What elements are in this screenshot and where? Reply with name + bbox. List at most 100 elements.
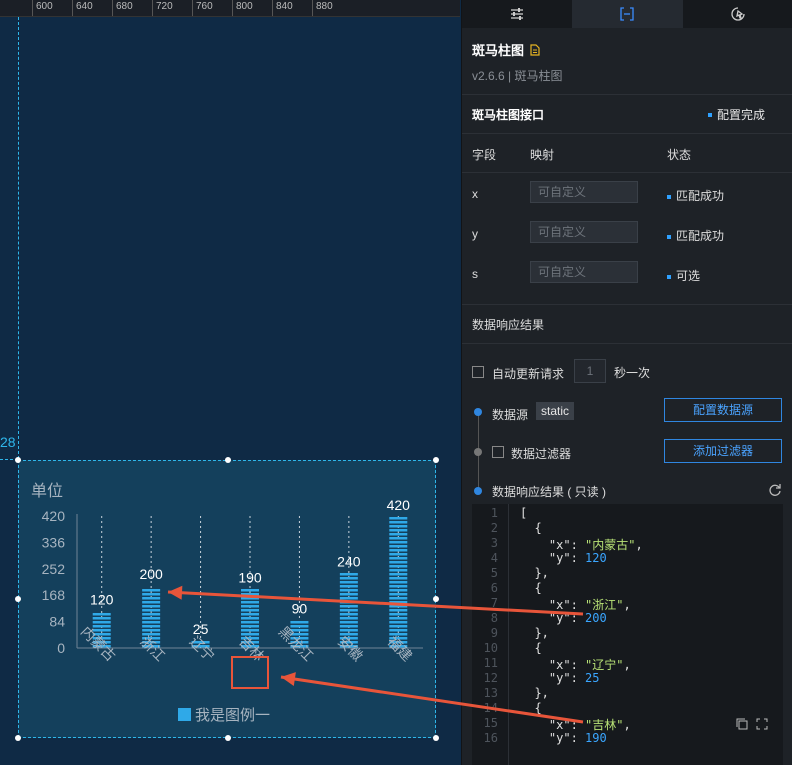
status-dot-icon [667,234,671,239]
interface-icon [620,7,635,21]
ruler-tick: 840 [272,0,293,16]
ruler-tick: 640 [72,0,93,16]
line-number: 15 [483,716,498,730]
y-tick-label: 84 [49,614,65,630]
line-number: 6 [490,581,498,595]
resize-handle-mr[interactable] [433,596,439,602]
ruler-tick: 760 [192,0,213,16]
bar-value-label: 420 [387,497,411,513]
guide-line-vertical [18,17,19,459]
interaction-icon [731,7,745,21]
fullscreen-icon[interactable] [756,718,768,730]
bar-stripe [241,617,259,620]
bar-stripe [389,625,408,628]
field-status: 匹配成功 [676,189,725,203]
auto-update-checkbox[interactable] [472,366,484,378]
resize-handle-tm[interactable] [225,457,231,463]
bar-value-label: 240 [337,554,361,570]
y-tick-label: 168 [42,587,66,603]
resize-handle-tr[interactable] [433,457,439,463]
bar-stripe [241,613,259,616]
config-panel: 斑马柱图 v2.6.6 | 斑马柱图 斑马柱图接口 配置完成 字段 映射 状态 … [461,0,792,765]
x-tick-label: 安徽 [335,633,366,664]
status-dot-icon [667,194,671,199]
resize-handle-bm[interactable] [225,735,231,741]
document-icon[interactable] [530,43,540,56]
bar-stripe [389,581,408,584]
tab-data-interface[interactable] [572,0,683,28]
bar-stripe [290,621,309,624]
code-line: "y": 120 [548,551,607,565]
configure-datasource-button[interactable]: 配置数据源 [664,398,782,422]
mapping-input-s[interactable]: 可自定义 [530,261,638,283]
line-number: 10 [483,641,498,655]
bar-stripe [389,585,408,588]
bar-stripe [339,629,358,632]
bar-stripe [339,581,358,584]
ruler-tick: 600 [32,0,53,16]
interval-input[interactable]: 1 [574,359,606,383]
bar-stripe [142,593,161,596]
field-status: 匹配成功 [676,229,725,243]
y-tick-label: 0 [57,640,65,656]
y-axis-unit-label: 单位 [31,482,63,500]
zebra-bar-chart: 单位084168252336420120内蒙古200浙江25辽宁190吉林90黑… [31,482,423,724]
ruler-tick: 800 [232,0,253,16]
resize-handle-tl[interactable] [15,457,21,463]
line-number: 8 [490,611,498,625]
add-filter-button[interactable]: 添加过滤器 [664,439,782,463]
bar-chart-component[interactable]: 单位 0 84 168 252 336 420 120 内蒙古 200 浙江 25 辽宁 190 吉林 90 黑… [18,460,436,738]
field-row-s: s 可自定义 可选 [462,253,792,305]
bar-value-label: 90 [292,601,308,617]
ruler-tick-label: 800 [236,1,253,12]
line-number: 4 [490,551,498,565]
column-header-field: 字段 [472,148,497,162]
ruler-tick-label: 840 [276,1,293,12]
resize-handle-ml[interactable] [15,596,21,602]
bar-stripe [389,533,408,536]
field-name: y [472,227,478,241]
line-number: 12 [483,671,498,685]
bar-stripe [339,605,358,608]
field-row-x: x 可自定义 匹配成功 [462,173,792,213]
bar-stripe [241,629,259,632]
tab-settings[interactable] [462,0,572,28]
code-line: }, [520,686,549,700]
bar-stripe [339,617,358,620]
bar-stripe [339,577,358,580]
resize-handle-bl[interactable] [15,735,21,741]
bar-stripe [339,597,358,600]
mapping-input-x[interactable]: 可自定义 [530,181,638,203]
copy-icon[interactable] [736,718,748,730]
tab-interaction[interactable] [683,0,792,28]
filter-checkbox[interactable] [492,446,504,458]
y-tick-label: 252 [42,561,66,577]
column-header-mapping: 映射 [530,148,555,162]
panel-tabs [462,0,792,28]
bar-stripe [389,537,408,540]
bar-stripe [389,609,408,612]
legend-label: 我是图例一 [195,707,270,724]
resize-handle-br[interactable] [433,735,439,741]
bar-stripe [241,589,259,592]
field-table-header: 字段 映射 状态 [462,134,792,173]
bar-stripe [241,625,259,628]
line-number: 16 [483,731,498,745]
ruler-tick-label: 680 [116,1,133,12]
bar-stripe [389,553,408,556]
legend-swatch [178,708,191,721]
bar-stripe [389,557,408,560]
refresh-icon[interactable] [768,483,782,497]
component-title: 斑马柱图 [472,43,525,58]
ruler-tick: 720 [152,0,173,16]
line-number: 5 [490,566,498,580]
bar-stripe [241,597,259,600]
field-status: 可选 [676,269,701,283]
auto-update-label: 自动更新请求 [492,367,565,381]
bar-stripe [339,585,358,588]
filter-label: 数据过滤器 [511,447,572,461]
bar-stripe [142,597,161,600]
mapping-input-y[interactable]: 可自定义 [530,221,638,243]
bar-stripe [241,621,259,624]
line-number: 14 [483,701,498,715]
